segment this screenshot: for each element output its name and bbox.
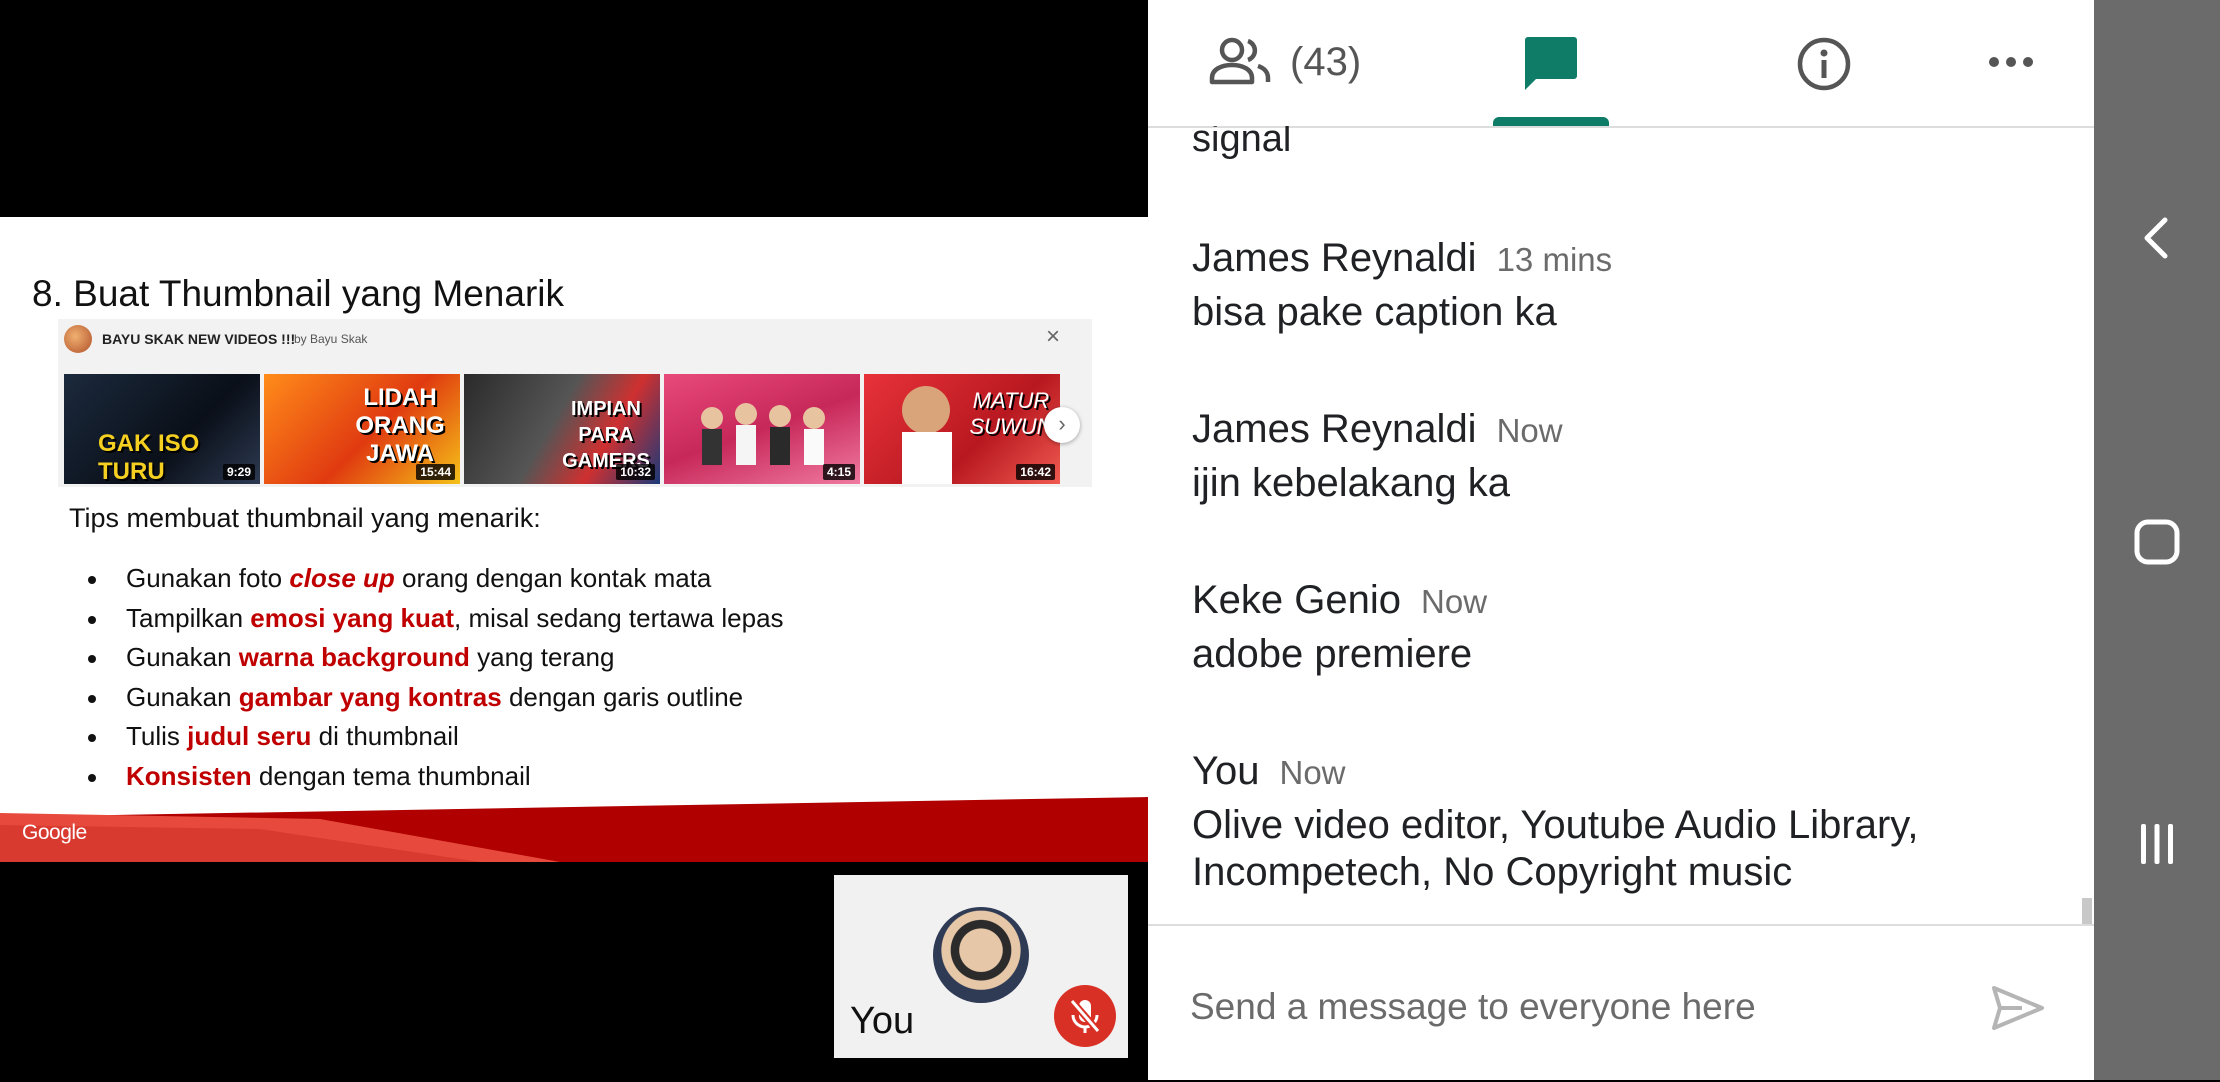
tip-text: , misal sedang tertawa lepas	[454, 602, 784, 633]
video-thumbnail: 4:15	[664, 374, 860, 484]
send-icon	[1992, 986, 2044, 1030]
back-icon	[2144, 217, 2168, 259]
playlist-header: BAYU SKAK NEW VIDEOS !!! by Bayu Skak ×	[58, 319, 1092, 359]
thumbnail-text: IMPIAN PARA GAMERS	[562, 398, 650, 472]
youtube-playlist-strip: BAYU SKAK NEW VIDEOS !!! by Bayu Skak × …	[58, 319, 1092, 487]
message-sender: Keke Genio	[1192, 578, 1402, 622]
system-nav-bar	[2094, 0, 2220, 1080]
tip-item: Tampilkan emosi yang kuat, misal sedang …	[88, 599, 784, 639]
more-icon	[1989, 57, 2033, 67]
tip-highlight: warna background	[238, 642, 470, 673]
tip-text: orang dengan kontak mata	[394, 563, 712, 593]
message-composer	[1148, 924, 2094, 1082]
tip-item: Tulis judul seru di thumbnail	[88, 717, 784, 757]
message-input[interactable]	[1190, 986, 1970, 1028]
chat-message: James Reynaldi 13 mins bisa pake caption …	[1192, 236, 2072, 336]
tip-item: Gunakan warna background yang terang	[88, 638, 784, 678]
tips-list: Gunakan foto close up orang dengan konta…	[88, 559, 784, 797]
tip-text: Gunakan	[126, 681, 239, 712]
tip-text: dengan garis outline	[501, 681, 744, 712]
tip-highlight: judul seru	[187, 721, 312, 752]
self-view-label: You	[850, 1000, 915, 1042]
video-thumbnail: MATUR SUWUN 16:42	[864, 374, 1060, 484]
message-text: Olive video editor, Youtube Audio Librar…	[1192, 803, 1919, 894]
tip-item: Konsisten dengan tema thumbnail	[88, 757, 784, 797]
more-options-button[interactable]	[1988, 0, 2068, 126]
google-logo: Google	[22, 821, 87, 844]
chat-panel: (43) signal James Reynaldi 13 mins bisa p…	[1148, 0, 2094, 1080]
tip-highlight: close up	[289, 563, 395, 593]
video-duration: 16:42	[1016, 464, 1055, 480]
people-icon	[1209, 37, 1271, 85]
video-duration: 4:15	[822, 464, 855, 480]
nav-back-button[interactable]	[2127, 208, 2187, 268]
chat-message: James Reynaldi Now ijin kebelakang ka	[1192, 407, 2072, 507]
message-time: Now	[1421, 583, 1488, 620]
video-thumbnail: IMPIAN PARA GAMERS 10:32	[464, 374, 660, 484]
video-duration: 15:44	[416, 464, 455, 480]
tip-text: dengan tema thumbnail	[251, 760, 531, 791]
message-text: adobe premiere	[1192, 632, 1473, 676]
video-duration: 10:32	[616, 464, 655, 480]
shared-slide: 8. Buat Thumbnail yang Menarik BAYU SKAK…	[0, 217, 1148, 862]
mic-toggle-button[interactable]	[1054, 985, 1116, 1047]
active-tab-indicator	[1493, 117, 1609, 126]
message-sender: James Reynaldi	[1192, 407, 1477, 451]
tip-item: Gunakan foto close up orang dengan konta…	[88, 559, 784, 599]
info-icon	[1797, 37, 1851, 91]
scrollbar[interactable]	[2082, 898, 2092, 924]
tip-text: di thumbnail	[311, 721, 459, 752]
panel-tabs: (43)	[1148, 0, 2094, 128]
slide-footer-band	[0, 797, 1148, 862]
message-text: bisa pake caption ka	[1192, 290, 1557, 334]
nav-recents-button[interactable]	[2127, 814, 2187, 874]
tip-highlight: emosi yang kuat	[250, 602, 455, 633]
thumbnail-text: LIDAH ORANG JAWA	[355, 384, 445, 467]
message-time: Now	[1279, 754, 1346, 791]
message-text: ijin kebelakang ka	[1192, 461, 1510, 505]
nav-home-button[interactable]	[2127, 512, 2187, 572]
playlist-byline: by Bayu Skak	[294, 332, 368, 346]
message-sender: You	[1192, 749, 1260, 793]
tips-heading: Tips membuat thumbnail yang menarik:	[69, 503, 541, 533]
recents-icon	[2141, 824, 2173, 864]
channel-avatar	[64, 325, 92, 353]
tip-highlight: Konsisten	[126, 760, 252, 791]
playlist-title: BAYU SKAK NEW VIDEOS !!!	[102, 331, 296, 347]
presentation-stage: 8. Buat Thumbnail yang Menarik BAYU SKAK…	[0, 0, 1148, 1080]
video-thumbnail: GAK ISO TURU 9:29	[64, 374, 260, 484]
tab-chat[interactable]	[1493, 0, 1633, 126]
send-button[interactable]	[1986, 976, 2050, 1040]
message-time: 13 mins	[1496, 241, 1613, 278]
tip-item: Gunakan gambar yang kontras dengan garis…	[88, 678, 784, 718]
tab-info[interactable]	[1796, 0, 1886, 126]
close-icon: ×	[1045, 323, 1060, 350]
mic-off-icon	[1069, 998, 1101, 1034]
slide-title: 8. Buat Thumbnail yang Menarik	[32, 273, 565, 314]
message-time: Now	[1496, 412, 1563, 449]
home-icon	[2134, 519, 2180, 565]
tip-highlight: gambar yang kontras	[238, 681, 502, 712]
self-view-tile[interactable]: You	[834, 875, 1128, 1058]
chat-icon	[1525, 37, 1577, 90]
tip-text: yang terang	[469, 642, 615, 673]
tip-text: Gunakan foto	[126, 563, 290, 593]
message-list[interactable]: signal James Reynaldi 13 mins bisa pake c…	[1192, 126, 2072, 924]
message-text: signal	[1192, 126, 1292, 160]
avatar	[933, 907, 1029, 1003]
participant-count: (43)	[1290, 40, 1362, 84]
video-duration: 9:29	[222, 464, 255, 480]
next-arrow-icon: ›	[1044, 407, 1080, 443]
video-thumbnail: LIDAH ORANG JAWA 15:44	[264, 374, 460, 484]
tip-text: Tampilkan	[126, 602, 251, 633]
tip-text: Tulis	[126, 721, 188, 752]
chat-message: Keke Genio Now adobe premiere	[1192, 578, 2072, 678]
thumbnail-text: MATUR SUWUN	[969, 388, 1053, 439]
message-sender: James Reynaldi	[1192, 236, 1477, 280]
chat-message: You Now Olive video editor, Youtube Audio…	[1192, 749, 2072, 896]
tab-people[interactable]: (43)	[1208, 0, 1448, 126]
tip-text: Gunakan	[126, 642, 239, 673]
